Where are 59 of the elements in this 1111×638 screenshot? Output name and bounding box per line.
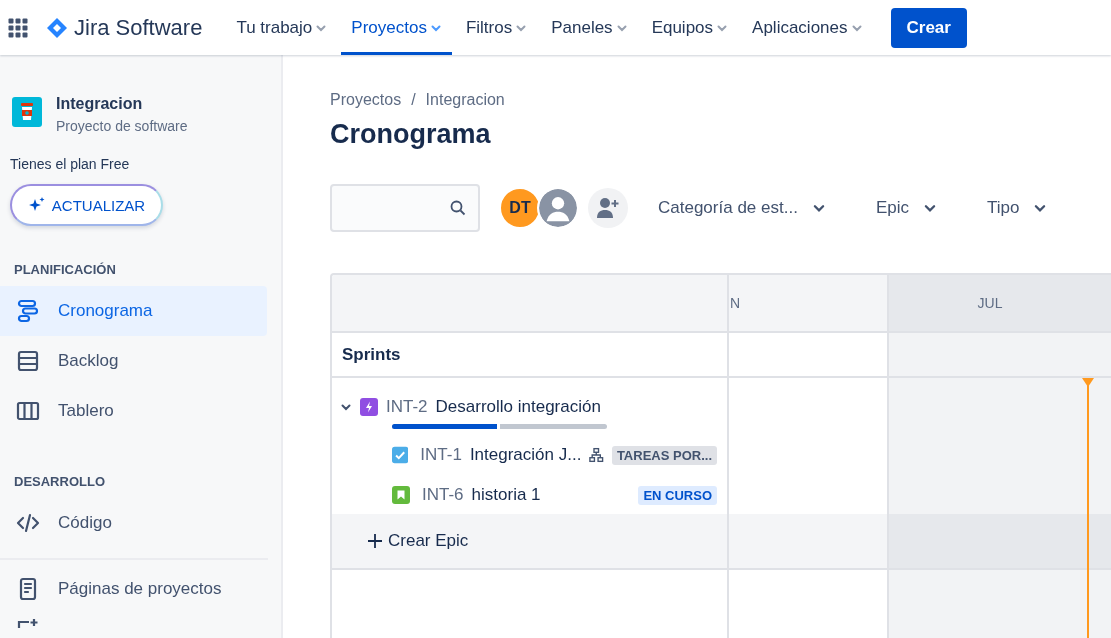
- sidebar-item[interactable]: Tablero: [0, 386, 267, 436]
- plus-icon: [368, 534, 382, 548]
- backlog-icon: [16, 349, 40, 373]
- issue-key[interactable]: INT-2: [386, 397, 428, 417]
- create-button[interactable]: Crear: [890, 7, 967, 48]
- board-icon: [16, 399, 40, 423]
- page-title: Cronograma: [330, 119, 492, 150]
- project-type: Proyecto de software: [56, 118, 188, 134]
- issue-title[interactable]: Integración J...: [469, 445, 582, 465]
- nav-menu-item[interactable]: Filtros: [455, 0, 538, 55]
- nav-menu-item[interactable]: Tu trabajo: [226, 0, 338, 55]
- checkbox-icon: [392, 446, 409, 464]
- filter-dropdown[interactable]: Tipo: [974, 190, 1060, 226]
- section-heading: PLANIFICACIÓN: [13, 262, 117, 277]
- timeline-icon: [16, 299, 40, 323]
- plan-note: Tienes el plan Free: [9, 155, 131, 172]
- month-label: JUL: [977, 295, 1003, 311]
- nav-menu-item[interactable]: Proyectos: [341, 0, 452, 55]
- sidebar-item[interactable]: Código: [0, 498, 267, 548]
- page-add-icon: [16, 618, 40, 628]
- breadcrumb-link[interactable]: Integracion: [425, 91, 505, 109]
- expand-toggle[interactable]: [340, 401, 352, 413]
- nav-menu-item[interactable]: Equipos: [641, 0, 739, 55]
- upgrade-button[interactable]: ACTUALIZAR: [10, 184, 163, 226]
- app-grid-icon[interactable]: [8, 17, 28, 38]
- issue-title[interactable]: historia 1: [471, 485, 541, 505]
- add-person-icon: [596, 197, 620, 219]
- sidebar-item[interactable]: Backlog: [0, 336, 267, 386]
- section-heading: DESARROLLO: [13, 474, 106, 489]
- code-icon: [16, 511, 40, 535]
- person-icon: [539, 189, 577, 227]
- status-lozenge[interactable]: TAREAS POR...: [611, 445, 717, 465]
- sidebar-item[interactable]: Cronograma: [0, 286, 267, 336]
- create-epic-button[interactable]: Crear Epic: [362, 530, 475, 552]
- chevron-icon: [340, 401, 352, 413]
- month-label: N: [729, 295, 741, 311]
- diamond-logo-icon: [46, 16, 68, 39]
- add-people-button[interactable]: [588, 188, 628, 228]
- lightning-icon: [360, 398, 378, 416]
- nav-menu-item[interactable]: Aplicaciones: [742, 0, 873, 55]
- sprints-label: Sprints: [341, 344, 401, 365]
- filter-dropdown[interactable]: Epic: [863, 190, 949, 226]
- bookmark-icon: [392, 486, 410, 504]
- search-field[interactable]: [330, 184, 480, 232]
- product-name: Jira Software: [74, 14, 203, 41]
- breadcrumb-link[interactable]: Proyectos: [330, 91, 402, 109]
- issue-key[interactable]: INT-1: [420, 445, 462, 465]
- status-lozenge[interactable]: EN CURSO: [638, 485, 717, 505]
- epic-title[interactable]: Desarrollo integración: [435, 397, 601, 417]
- search-icon: [450, 200, 466, 216]
- project-name[interactable]: Integracion: [56, 95, 188, 113]
- user-avatar[interactable]: DT: [499, 187, 541, 229]
- breadcrumb-separator: /: [411, 91, 416, 109]
- hierarchy-icon: [589, 447, 604, 463]
- issue-key[interactable]: INT-6: [422, 485, 464, 505]
- sidebar-item[interactable]: Páginas de proyectos: [0, 564, 267, 614]
- project-avatar-icon: [12, 97, 42, 127]
- filter-dropdown[interactable]: Categoría de est...: [646, 190, 838, 226]
- nav-menu-item[interactable]: Paneles: [541, 0, 638, 55]
